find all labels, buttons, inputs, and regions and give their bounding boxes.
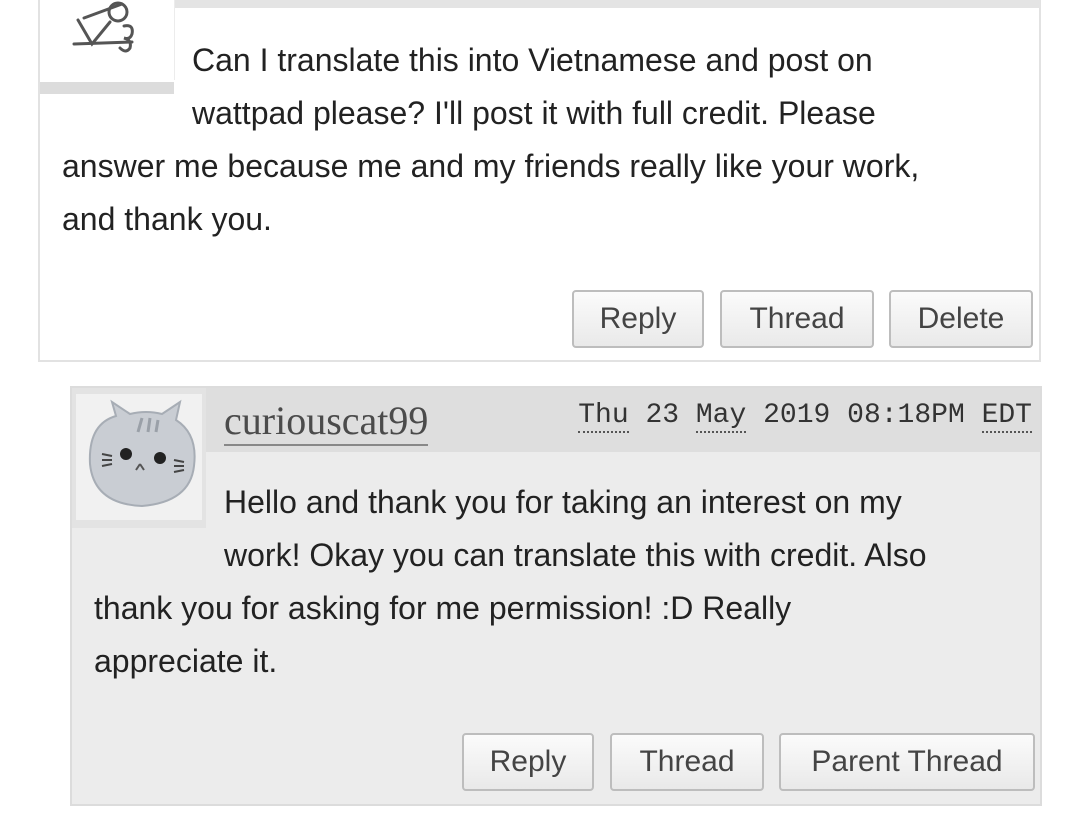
comment-reply: curiouscat99 Thu 23 May 2019 08:18PM EDT… — [70, 386, 1042, 806]
comment-parent: Can I translate this into Vietnamese and… — [38, 0, 1041, 362]
month: May — [695, 400, 747, 433]
year: 2019 — [763, 400, 831, 431]
comment-line: Hello and thank you for taking an intere… — [224, 484, 902, 520]
time: 08:18PM — [847, 400, 965, 431]
comment-line: appreciate it. — [94, 643, 278, 679]
comment-line: wattpad please? I'll post it with full c… — [192, 95, 876, 131]
comment-body: Can I translate this into Vietnamese and… — [62, 34, 1022, 246]
username-link[interactable]: curiouscat99 — [224, 398, 429, 446]
reply-button[interactable]: Reply — [572, 290, 704, 348]
comment-line: work! Okay you can translate this with c… — [224, 537, 927, 573]
comment-body: Hello and thank you for taking an intere… — [94, 476, 1024, 688]
timestamp: Thu 23 May 2019 08:18PM EDT — [578, 400, 1032, 433]
reply-button[interactable]: Reply — [462, 733, 594, 791]
day-number: 23 — [645, 400, 680, 431]
comment-header-bar — [174, 0, 1040, 8]
thread-button[interactable]: Thread — [720, 290, 874, 348]
parent-thread-button[interactable]: Parent Thread — [779, 733, 1035, 791]
thread-button[interactable]: Thread — [610, 733, 764, 791]
comment-line: and thank you. — [62, 201, 272, 237]
timezone: EDT — [981, 400, 1032, 433]
comment-line: answer me because me and my friends real… — [62, 148, 920, 184]
weekday: Thu — [578, 400, 629, 433]
delete-button[interactable]: Delete — [889, 290, 1033, 348]
comment-line: Can I translate this into Vietnamese and… — [192, 42, 873, 78]
comment-line: thank you for asking for me permission! … — [94, 590, 792, 626]
